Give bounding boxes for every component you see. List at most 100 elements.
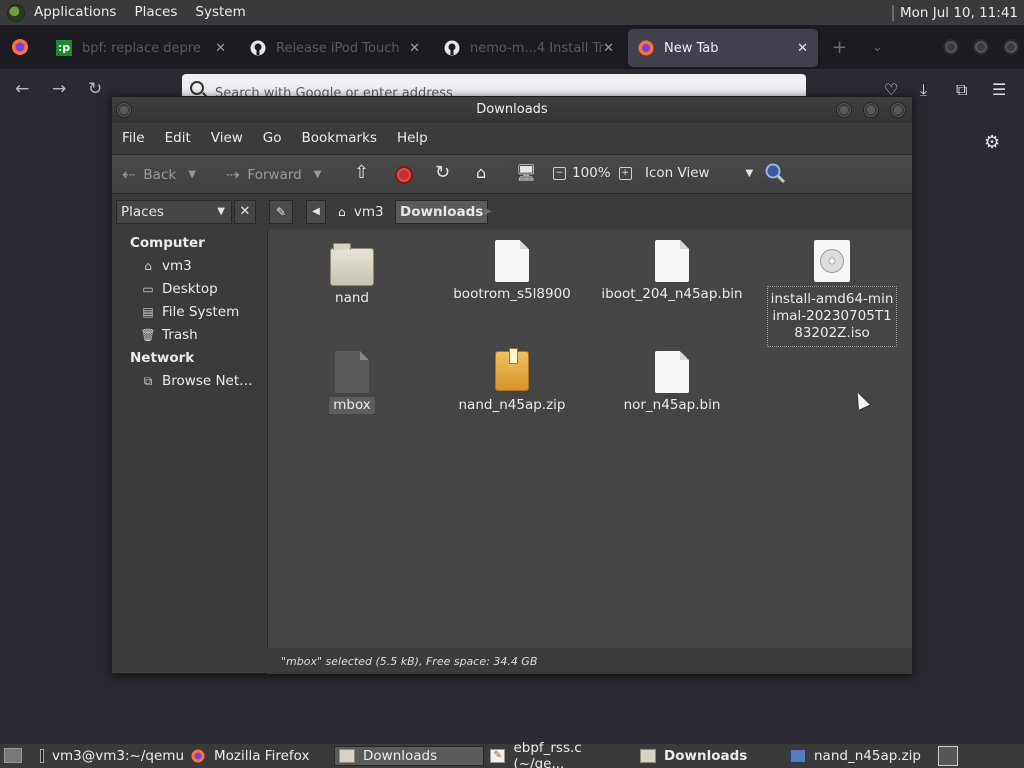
window-menu-button[interactable] <box>116 102 132 118</box>
tab-release[interactable]: Release iPod Touch ✕ <box>240 29 430 67</box>
menu-view[interactable]: View <box>201 130 253 146</box>
chevron-down-icon[interactable]: ▼ <box>188 169 196 180</box>
up-button[interactable]: ⇧ <box>354 162 369 183</box>
trash-icon: 🗑 <box>140 328 156 342</box>
sidebar-item-vm3[interactable]: ⌂ vm3 <box>140 258 192 274</box>
window-titlebar[interactable]: Downloads <box>112 97 912 123</box>
file-item-mbox[interactable]: mbox <box>277 351 427 414</box>
workspace-switcher[interactable] <box>938 746 958 766</box>
forward-arrow-icon[interactable]: → <box>52 79 66 99</box>
stop-button[interactable] <box>395 166 413 184</box>
file-item-iboot[interactable]: iboot_204_n45ap.bin <box>597 240 747 303</box>
show-desktop-icon[interactable] <box>4 748 22 763</box>
file-item-nand-zip[interactable]: nand_n45ap.zip <box>437 348 587 414</box>
sidebar-type-select[interactable]: Places ▼ <box>116 200 232 224</box>
reload-icon[interactable]: ↻ <box>88 79 102 99</box>
home-folder-icon: ⌂ <box>338 205 346 219</box>
file-name: mbox <box>329 397 375 414</box>
breadcrumb-downloads[interactable]: Downloads <box>395 200 489 224</box>
reload-button[interactable]: ↻ <box>435 162 450 183</box>
menu-edit[interactable]: Edit <box>155 130 201 146</box>
task-archive[interactable]: nand_n45ap.zip <box>786 746 932 766</box>
task-downloads-2[interactable]: Downloads <box>636 746 782 766</box>
file-item-bootrom[interactable]: bootrom_s5l8900 <box>437 240 587 303</box>
location-bar: Places ▼ ✕ ✎ ◀ ⌂ vm3 Downloads ▶ <box>112 196 912 228</box>
close-sidebar-button[interactable]: ✕ <box>234 200 256 224</box>
close-icon[interactable]: ✕ <box>603 41 614 56</box>
firefox-icon <box>638 40 654 56</box>
tab-list-icon[interactable]: ⌄ <box>872 40 883 55</box>
sidebar-item-label: File System <box>162 304 240 320</box>
maximize-button[interactable] <box>863 102 879 118</box>
close-window-button[interactable] <box>1003 39 1019 55</box>
menu-places[interactable]: Places <box>125 0 186 25</box>
zoom-out-icon[interactable]: − <box>553 166 566 180</box>
clock[interactable]: Mon Jul 10, 11:41 <box>900 5 1024 21</box>
file-item-nand[interactable]: nand <box>277 242 427 307</box>
chevron-down-icon[interactable]: ▼ <box>314 169 322 180</box>
extensions-icon[interactable]: ⧉ <box>956 80 967 100</box>
toolbar: ⇠ Back ▼ ⇢ Forward ▼ ⇧ ↻ ⌂ 🖥 − 100% + Ic… <box>112 154 912 194</box>
back-button[interactable]: ⇠ Back ▼ <box>122 165 196 184</box>
hamburger-menu-icon[interactable]: ☰ <box>992 80 1006 99</box>
chevron-right-icon[interactable]: ▶ <box>484 200 492 224</box>
menu-file[interactable]: File <box>112 130 155 146</box>
minimize-button[interactable] <box>943 39 959 55</box>
close-icon[interactable]: ✕ <box>797 41 808 56</box>
distro-logo-icon[interactable] <box>7 3 25 22</box>
minimize-button[interactable] <box>836 102 852 118</box>
zoom-in-icon[interactable]: + <box>618 166 632 180</box>
downloads-icon[interactable]: ⤓ <box>920 80 927 100</box>
forward-button[interactable]: ⇢ Forward ▼ <box>226 165 321 184</box>
top-panel: Applications Places System Mon Jul 10, 1… <box>0 0 1024 25</box>
sidebar-item-file-system[interactable]: ▤ File System <box>140 304 239 320</box>
menu-go[interactable]: Go <box>253 130 292 146</box>
maximize-button[interactable] <box>973 39 989 55</box>
chevron-left-icon: ◀ <box>312 206 320 217</box>
forward-arrow-icon: ⇢ <box>226 165 240 184</box>
tab-pastebin[interactable]: :p bpf: replace depre ✕ <box>46 29 236 67</box>
file-view[interactable]: nand bootrom_s5l8900 iboot_204_n45ap.bin… <box>267 230 912 648</box>
menu-help[interactable]: Help <box>387 130 438 146</box>
close-icon: ✕ <box>239 204 251 219</box>
firefox-icon <box>191 749 205 763</box>
tab-install[interactable]: nemo-m...4 Install Tr ✕ <box>434 29 624 67</box>
computer-button[interactable]: 🖥 <box>516 163 536 182</box>
sidebar-item-trash[interactable]: 🗑 Trash <box>140 327 197 343</box>
task-firefox[interactable]: Mozilla Firefox <box>186 746 332 766</box>
new-tab-button[interactable]: + <box>832 37 847 58</box>
close-icon[interactable]: ✕ <box>215 41 226 56</box>
task-text-editor[interactable]: ✎ ebpf_rss.c (~/qe... <box>486 740 632 768</box>
task-terminal[interactable]: vm3@vm3:~/qemu <box>36 746 184 766</box>
file-item-iso[interactable]: install-amd64-minimal-20230705T183202Z.i… <box>757 240 907 347</box>
toggle-location-entry-button[interactable]: ✎ <box>269 200 293 224</box>
places-sidebar: Computer ⌂ vm3 ▭ Desktop ▤ File System 🗑… <box>112 230 264 648</box>
search-button[interactable] <box>764 162 786 184</box>
folder-icon <box>339 749 355 763</box>
path-scroll-left-button[interactable]: ◀ <box>306 200 326 224</box>
close-window-button[interactable] <box>890 102 906 118</box>
view-mode-select[interactable]: Icon View ▼ <box>645 165 753 181</box>
menu-applications[interactable]: Applications <box>25 0 125 25</box>
firefox-view-icon[interactable] <box>11 38 29 56</box>
tab-title: nemo-m...4 Install Tr <box>470 40 604 56</box>
breadcrumb-label: Downloads <box>400 204 484 220</box>
close-icon[interactable]: ✕ <box>409 41 420 56</box>
pastebin-icon: :p <box>56 40 72 56</box>
bottom-taskbar: vm3@vm3:~/qemu Mozilla Firefox Downloads… <box>0 740 1024 768</box>
file-name: nor_n45ap.bin <box>623 397 721 413</box>
github-icon <box>444 40 460 56</box>
home-button[interactable]: ⌂ <box>476 163 486 182</box>
breadcrumb-vm3[interactable]: ⌂ vm3 <box>334 200 388 224</box>
search-icon <box>765 163 786 184</box>
task-downloads-1[interactable]: Downloads <box>334 746 484 766</box>
file-item-nor[interactable]: nor_n45ap.bin <box>597 351 747 414</box>
tab-new-tab[interactable]: New Tab ✕ <box>628 29 818 67</box>
sidebar-item-desktop[interactable]: ▭ Desktop <box>140 281 217 297</box>
gear-icon[interactable]: ⚙ <box>984 132 1000 153</box>
menu-system[interactable]: System <box>186 0 254 25</box>
file-name: install-amd64-minimal-20230705T183202Z.i… <box>767 286 897 347</box>
sidebar-item-browse-network[interactable]: ⧉ Browse Net… <box>140 373 253 389</box>
menu-bookmarks[interactable]: Bookmarks <box>292 130 387 146</box>
back-arrow-icon[interactable]: ← <box>15 79 29 99</box>
